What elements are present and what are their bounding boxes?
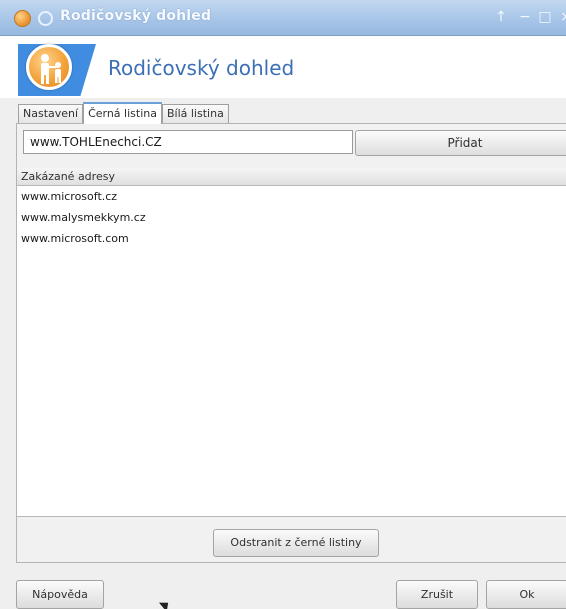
header-banner: Rodičovský dohled bbox=[0, 36, 566, 98]
sticky-circle-icon[interactable] bbox=[38, 11, 53, 26]
add-button[interactable]: Přidat bbox=[355, 130, 566, 156]
minimize-icon[interactable]: − bbox=[518, 9, 532, 25]
title-bar[interactable]: Rodičovský dohled ↑ − □ × bbox=[0, 0, 566, 36]
tab-blacklist[interactable]: Černá listina bbox=[83, 102, 162, 124]
page-title: Rodičovský dohled bbox=[108, 56, 295, 80]
close-icon[interactable]: × bbox=[559, 9, 566, 25]
parental-control-window: Rodičovský dohled ↑ − □ × Rodičovský doh… bbox=[0, 0, 566, 609]
mouse-cursor-icon bbox=[158, 598, 173, 609]
parental-control-icon bbox=[26, 44, 72, 90]
blocked-address-input[interactable]: www.TOHLEnechci.CZ bbox=[23, 130, 353, 154]
app-icon[interactable] bbox=[14, 10, 31, 27]
tab-bar: Nastavení Černá listina Bílá listina bbox=[18, 102, 229, 124]
tab-settings[interactable]: Nastavení bbox=[18, 104, 84, 124]
maximize-icon[interactable]: □ bbox=[538, 9, 552, 25]
list-item[interactable]: www.microsoft.cz bbox=[17, 186, 566, 207]
family-figures-icon bbox=[41, 54, 61, 84]
cancel-button[interactable]: Zrušit bbox=[396, 580, 478, 609]
blacklist-tab-page: www.TOHLEnechci.CZ Přidat Zakázané adres… bbox=[16, 123, 566, 563]
window-title: Rodičovský dohled bbox=[60, 8, 212, 24]
blocked-addresses-column-header[interactable]: Zakázané adresy bbox=[17, 168, 566, 186]
blocked-addresses-list[interactable]: www.microsoft.cz www.malysmekkym.cz www.… bbox=[17, 186, 566, 517]
ok-button[interactable]: Ok bbox=[486, 580, 566, 609]
help-button[interactable]: Nápověda bbox=[16, 580, 104, 609]
list-item[interactable]: www.malysmekkym.cz bbox=[17, 207, 566, 228]
tab-whitelist[interactable]: Bílá listina bbox=[161, 104, 229, 124]
keep-above-icon[interactable]: ↑ bbox=[494, 9, 508, 25]
remove-from-blacklist-button[interactable]: Odstranit z černé listiny bbox=[213, 529, 379, 557]
list-item[interactable]: www.microsoft.com bbox=[17, 228, 566, 249]
